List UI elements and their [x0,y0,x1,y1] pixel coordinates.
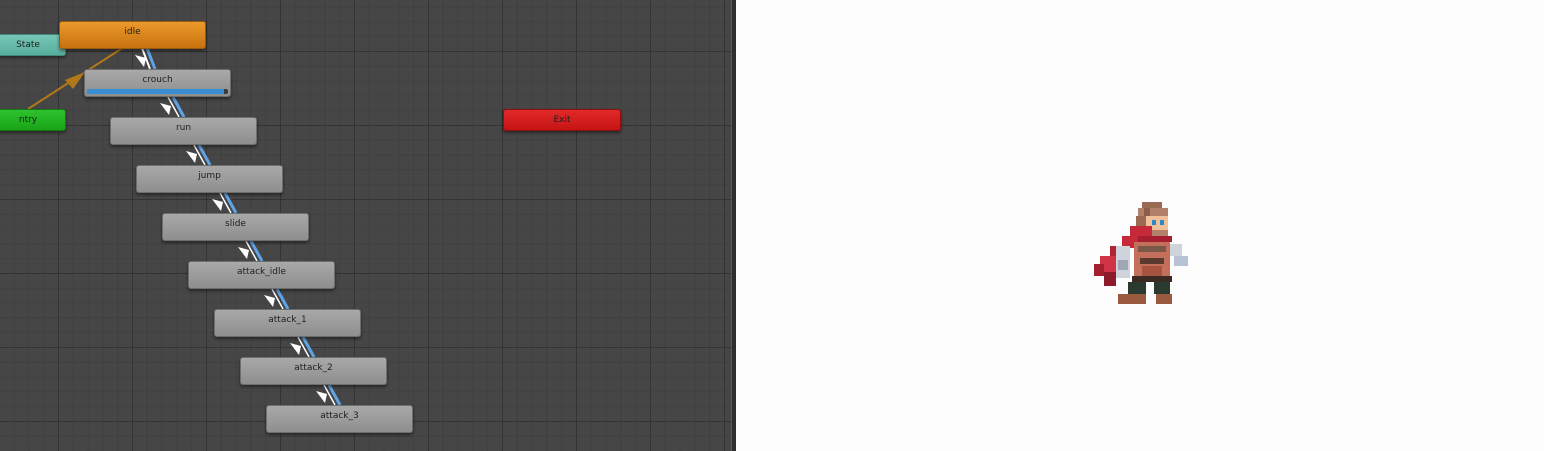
transition-line [275,288,290,310]
transition-idle-crouch[interactable] [135,47,157,70]
transition-line [223,192,238,214]
state-node-any-state[interactable]: State [0,34,66,56]
state-node-label: attack_2 [294,363,333,373]
transition-jump-slide[interactable] [212,192,238,214]
state-progress-bar [87,89,228,94]
transition-line [197,144,212,166]
transition-line [171,96,186,118]
transition-line [301,336,316,358]
transition-arrow-icon [212,199,223,211]
transition-line [249,240,264,262]
state-node-label: attack_1 [268,315,307,325]
state-node-entry[interactable]: ntry [0,109,66,131]
app-window: State ntry idle crouch run jump slide at… [0,0,1544,451]
transition-arrow-icon [238,247,249,259]
state-node-label: crouch [142,75,173,85]
state-node-crouch[interactable]: crouch [84,69,231,97]
state-node-jump[interactable]: jump [136,165,283,193]
state-node-label: idle [124,27,141,37]
state-node-label: slide [225,219,246,229]
default-transition-arrow-icon [65,72,85,89]
state-node-idle[interactable]: idle [59,21,206,49]
state-node-label: attack_3 [320,411,359,421]
transition-crouch-run[interactable] [160,96,186,118]
pixel-art-warrior-icon [1094,202,1188,304]
state-node-label: jump [198,171,221,181]
state-progress-fill [87,89,224,94]
state-node-exit[interactable]: Exit [503,109,621,131]
transition-attack-1-attack-2[interactable] [290,336,316,358]
state-node-slide[interactable]: slide [162,213,309,241]
state-node-attack-idle[interactable]: attack_idle [188,261,335,289]
transition-attack-2-attack-3[interactable] [316,384,342,406]
transition-attack-idle-attack-1[interactable] [264,288,290,310]
state-node-run[interactable]: run [110,117,257,145]
state-node-attack-3[interactable]: attack_3 [266,405,413,433]
transition-line [327,384,342,406]
state-node-label: run [175,123,192,133]
state-node-label: ntry [18,115,38,125]
transition-arrow-icon [290,343,301,355]
state-node-label: Exit [553,115,571,125]
transition-arrow-icon [186,151,197,163]
state-node-attack-2[interactable]: attack_2 [240,357,387,385]
transition-arrow-icon [316,391,327,403]
state-node-label: State [16,40,40,50]
transition-arrow-icon [264,295,275,307]
state-node-label: attack_idle [237,267,286,277]
state-node-attack-1[interactable]: attack_1 [214,309,361,337]
animator-graph-panel[interactable]: State ntry idle crouch run jump slide at… [0,0,731,451]
transition-slide-attack-idle[interactable] [238,240,264,262]
transition-run-jump[interactable] [186,144,212,166]
transition-arrow-icon [160,103,171,115]
